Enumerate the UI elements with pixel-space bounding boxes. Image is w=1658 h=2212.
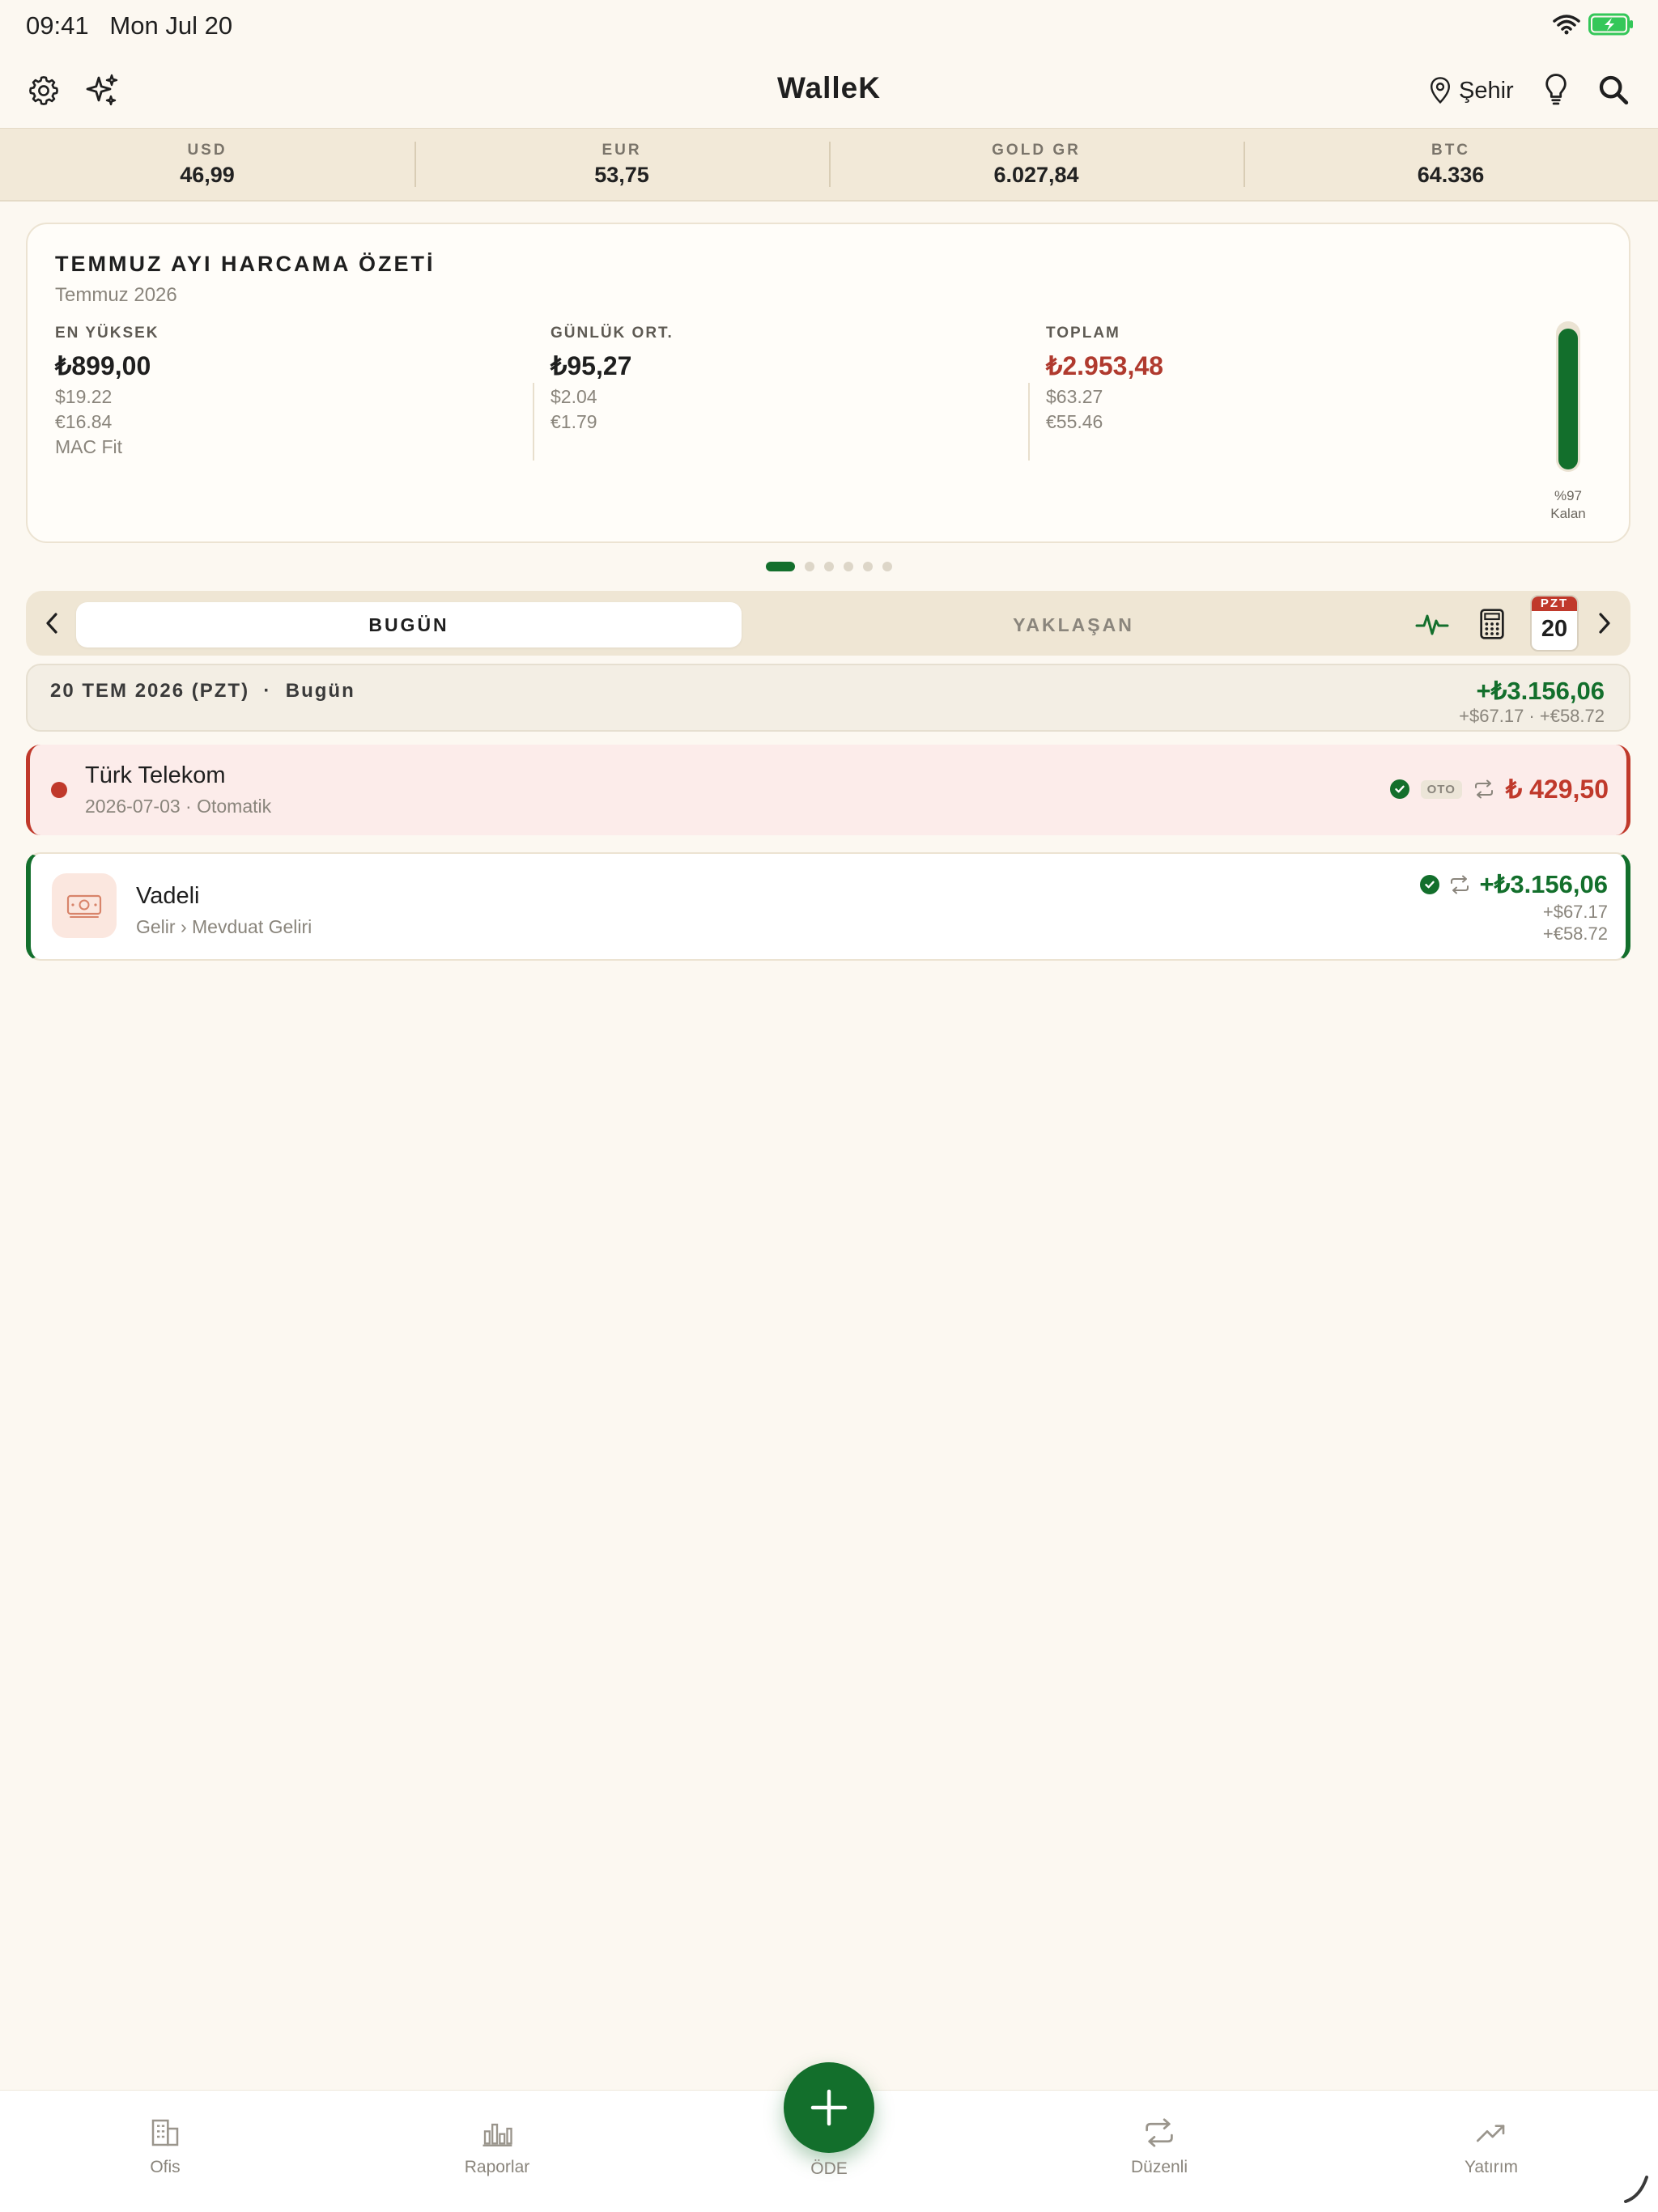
tab-upcoming[interactable]: YAKLAŞAN (742, 602, 1405, 647)
repeat-icon (1146, 2118, 1173, 2147)
stat-highest: EN YÜKSEK ₺899,00 $19.22 €16.84 MAC Fit (55, 325, 159, 457)
stat-total: TOPLAM ₺2.953,48 $63.27 €55.46 (1046, 325, 1163, 432)
day-total-foreign: +$67.17 · +€58.72 (1459, 706, 1605, 726)
scroll-handle-icon (1624, 2176, 1648, 2203)
category-icon-container (52, 873, 117, 938)
city-selector-button[interactable]: Şehir (1428, 73, 1514, 108)
page-dot[interactable] (844, 562, 853, 571)
transaction-amount: ₺ 429,50 (1505, 775, 1609, 804)
previous-day-button[interactable] (36, 607, 68, 639)
paid-check-icon (1419, 875, 1439, 894)
ticker-gold[interactable]: GOLD GR 6.027,84 (829, 129, 1244, 200)
bar-chart-icon (483, 2123, 512, 2146)
transaction-row[interactable]: Türk Telekom 2026-07-03 · Otomatik OTO ₺… (26, 745, 1630, 835)
expense-indicator-dot (51, 782, 67, 798)
repeat-icon (1474, 779, 1493, 799)
battery-charging-icon (1588, 13, 1633, 36)
remaining-label: %97 Kalan (1550, 488, 1586, 521)
plus-icon (810, 2089, 848, 2126)
app-title: WalleK (777, 71, 881, 104)
tips-button[interactable] (1538, 70, 1574, 110)
paid-check-icon (1389, 779, 1409, 799)
repeat-icon (1450, 875, 1469, 894)
page-dot[interactable] (882, 562, 892, 571)
building-icon (151, 2119, 179, 2146)
transaction-foreign-amounts: +$67.17 +€58.72 (1542, 902, 1608, 944)
add-payment-button[interactable] (784, 2062, 874, 2153)
tab-today[interactable]: BUGÜN (76, 602, 742, 647)
day-header-date: 20 TEM 2026 (PZT) · Bugün (50, 680, 355, 702)
auto-badge: OTO (1420, 779, 1462, 799)
chevron-left-icon (46, 613, 57, 634)
page-dot[interactable] (766, 562, 795, 571)
page-dot[interactable] (805, 562, 814, 571)
tab-reports[interactable]: Raporlar (416, 2116, 578, 2177)
ticker-usd[interactable]: USD 46,99 (0, 129, 414, 200)
page-dot[interactable] (824, 562, 834, 571)
transaction-amount: +₺3.156,06 (1479, 870, 1609, 898)
page-dot[interactable] (863, 562, 873, 571)
ticker-btc[interactable]: BTC 64.336 (1244, 129, 1658, 200)
chevron-right-icon (1599, 613, 1610, 634)
exchange-rate-ticker: USD 46,99 EUR 53,75 GOLD GR 6.027,84 BTC… (0, 128, 1658, 202)
activity-pulse-icon (1415, 614, 1449, 635)
monthly-summary-card[interactable]: TEMMUZ AYI HARCAMA ÖZETİ Temmuz 2026 EN … (26, 223, 1630, 543)
trending-up-icon (1477, 2125, 1505, 2142)
transaction-meta: +₺3.156,06 (1419, 870, 1609, 899)
status-time: 09:41 Mon Jul 20 (26, 11, 233, 40)
transaction-row[interactable]: Vadeli Gelir › Mevduat Geliri +₺3.156,06… (26, 852, 1630, 961)
search-icon (1599, 75, 1629, 105)
tab-recurring[interactable]: Düzenli (1078, 2116, 1240, 2177)
add-payment-label: ÖDE (810, 2159, 848, 2178)
location-pin-icon (1430, 77, 1451, 104)
tab-office[interactable]: Ofis (84, 2116, 246, 2177)
next-day-button[interactable] (1588, 607, 1621, 639)
tab-invest[interactable]: Yatırım (1410, 2116, 1572, 2177)
summary-subtitle: Temmuz 2026 (55, 284, 177, 306)
budget-remaining-gauge (1556, 321, 1580, 472)
day-segment-bar: BUGÜN YAKLAŞAN PZT 20 (26, 591, 1630, 656)
summary-title: TEMMUZ AYI HARCAMA ÖZETİ (55, 252, 436, 276)
city-label: Şehir (1459, 77, 1514, 104)
calculator-button[interactable] (1472, 604, 1512, 644)
transaction-meta: OTO ₺ 429,50 (1389, 774, 1609, 805)
day-header: 20 TEM 2026 (PZT) · Bugün +₺3.156,06 +$6… (26, 664, 1630, 732)
lightbulb-icon (1545, 74, 1567, 105)
activity-button[interactable] (1412, 604, 1452, 644)
calculator-icon (1480, 609, 1504, 639)
transaction-info: Vadeli Gelir › Mevduat Geliri (136, 883, 312, 937)
status-indicators (1553, 13, 1634, 36)
transaction-info: Türk Telekom 2026-07-03 · Otomatik (85, 762, 272, 817)
day-total-amount: +₺3.156,06 (1476, 677, 1605, 705)
banknote-icon (66, 894, 102, 918)
search-button[interactable] (1595, 71, 1632, 108)
stat-divider (533, 383, 534, 461)
calendar-weekday: PZT (1532, 597, 1577, 611)
gauge-fill (1558, 328, 1578, 469)
calendar-day: 20 (1541, 616, 1568, 642)
ticker-eur[interactable]: EUR 53,75 (414, 129, 829, 200)
wifi-icon (1553, 15, 1580, 35)
stat-divider (1028, 383, 1030, 461)
stat-daily-average: GÜNLÜK ORT. ₺95,27 $2.04 €1.79 (551, 325, 674, 432)
page-indicator[interactable] (0, 562, 1658, 571)
calendar-date-button[interactable]: PZT 20 (1530, 595, 1579, 652)
